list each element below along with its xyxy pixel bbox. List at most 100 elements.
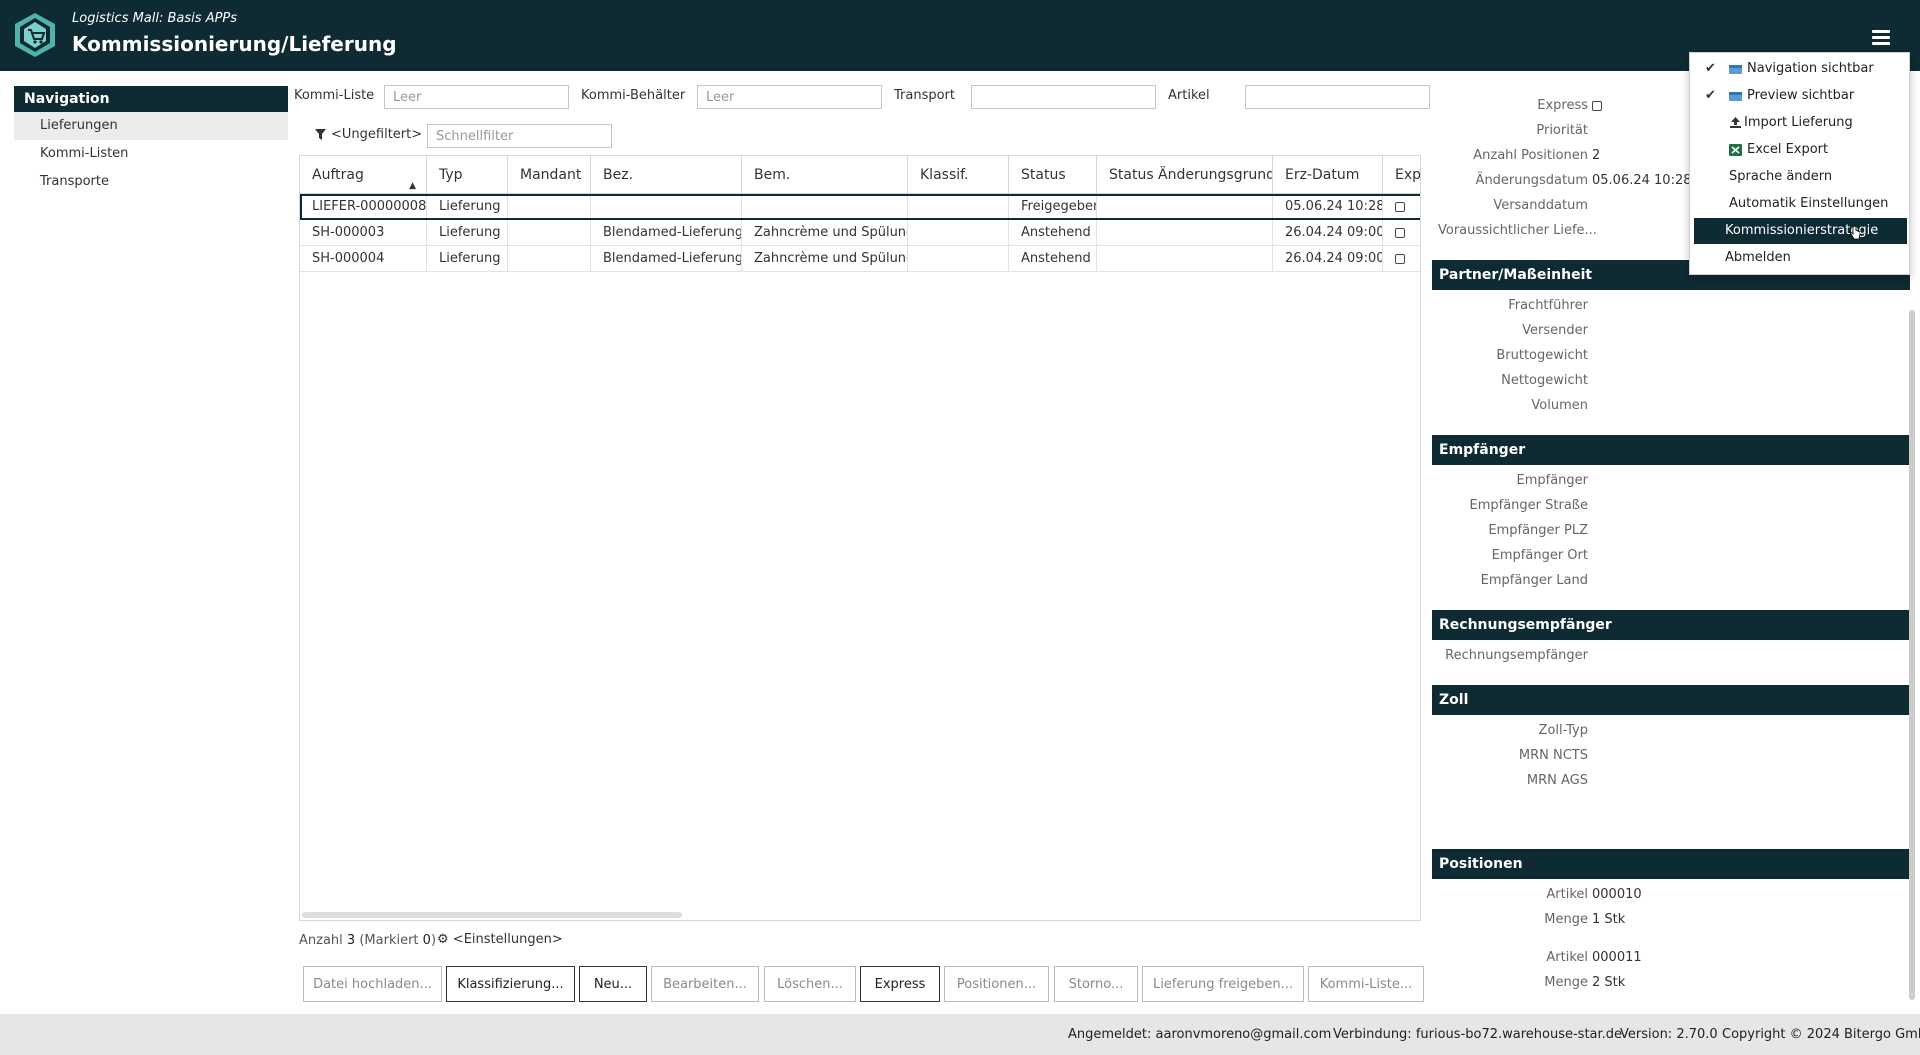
cell-erz-datum: 05.06.24 10:28	[1273, 194, 1383, 220]
column-header-mandant[interactable]: Mandant	[508, 156, 591, 194]
gear-icon: ⚙	[437, 932, 449, 947]
anzahl-positionen-value: 2	[1592, 148, 1601, 163]
kommi-liste-label: Kommi-Liste	[294, 88, 375, 103]
cell-mandant	[508, 220, 591, 246]
menu-item-automatik-einstellungen[interactable]: Automatik Einstellungen	[1694, 191, 1907, 217]
versanddatum-label: Versanddatum	[1493, 198, 1588, 213]
cell-bem: Zahncrème und Spülung	[742, 246, 908, 272]
table-row[interactable]: SH-000004 Lieferung Blendamed-Lieferung …	[300, 246, 1420, 272]
copyright-info: Copyright © 2024 Bitergo GmbH	[1722, 1027, 1920, 1042]
nav-item-kommi-listen[interactable]: Kommi-Listen	[14, 140, 288, 168]
menu-item-excel-export[interactable]: Excel Export	[1694, 137, 1907, 163]
position-menge-label: Menge	[1544, 975, 1588, 990]
position-menge-value: 2 Stk	[1592, 975, 1626, 990]
sort-ascending-icon: ▲	[409, 181, 416, 191]
anzahl-positionen-label: Anzahl Positionen	[1473, 148, 1588, 163]
cell-bez: Blendamed-Lieferung	[591, 220, 742, 246]
bearbeiten-button[interactable]: Bearbeiten...	[651, 966, 759, 1002]
mrn-ncts-label: MRN NCTS	[1518, 748, 1588, 763]
cell-status: Anstehend	[1009, 220, 1097, 246]
kommi-behaelter-input[interactable]	[697, 85, 882, 109]
datei-hochladen-button[interactable]: Datei hochladen...	[303, 966, 442, 1002]
column-header-status-grund[interactable]: Status Änderungsgrund	[1097, 156, 1273, 194]
cell-status-grund	[1097, 194, 1273, 220]
column-header-bez[interactable]: Bez.	[591, 156, 742, 194]
menu-item-kommissionierstrategie[interactable]: Kommissionierstrategie	[1694, 218, 1907, 244]
cell-express	[1383, 220, 1420, 246]
page-title: Kommissionierung/Lieferung	[72, 32, 397, 56]
column-header-auftrag[interactable]: Auftrag ▲	[300, 156, 427, 194]
hand-cursor-icon	[1850, 226, 1860, 240]
express-checkbox[interactable]	[1395, 201, 1405, 212]
position-artikel-label: Artikel	[1546, 887, 1588, 902]
column-header-express[interactable]: Expr	[1383, 156, 1420, 194]
cell-auftrag: SH-000004	[300, 246, 427, 272]
empfaenger-label: Empfänger	[1516, 473, 1588, 488]
artikel-input[interactable]	[1245, 85, 1430, 109]
column-header-klassif[interactable]: Klassif.	[908, 156, 1009, 194]
column-header-status[interactable]: Status	[1009, 156, 1097, 194]
cell-erz-datum: 26.04.24 09:00	[1273, 220, 1383, 246]
schnellfilter-input[interactable]	[427, 124, 612, 148]
volumen-label: Volumen	[1531, 398, 1588, 413]
position-menge-value: 1 Stk	[1592, 912, 1626, 927]
table-horizontal-scrollbar[interactable]	[302, 912, 682, 918]
cell-status: Anstehend	[1009, 246, 1097, 272]
express-checkbox[interactable]	[1395, 227, 1405, 238]
positionen-button[interactable]: Positionen...	[944, 966, 1049, 1002]
express-button[interactable]: Express	[860, 966, 940, 1002]
menu-item-preview-sichtbar[interactable]: ✔ Preview sichtbar	[1694, 83, 1907, 109]
rechnungsempfaenger-label: Rechnungsempfänger	[1445, 648, 1588, 663]
storno-button[interactable]: Storno...	[1054, 966, 1138, 1002]
neu-button[interactable]: Neu...	[579, 966, 647, 1002]
express-label: Express	[1537, 98, 1588, 113]
rechnungsempfaenger-section-header: Rechnungsempfänger	[1432, 610, 1910, 640]
app-subtitle: Logistics Mall: Basis APPs	[72, 11, 238, 26]
lieferung-freigeben-button[interactable]: Lieferung freigeben...	[1142, 966, 1304, 1002]
zoll-typ-label: Zoll-Typ	[1538, 723, 1588, 738]
nav-item-lieferungen[interactable]: Lieferungen	[14, 112, 288, 140]
kommi-liste-input[interactable]	[384, 85, 569, 109]
cell-status: Freigegeben	[1009, 194, 1097, 220]
menu-item-navigation-sichtbar[interactable]: ✔ Navigation sichtbar	[1694, 56, 1907, 82]
column-header-erz-datum[interactable]: Erz-Datum	[1273, 156, 1383, 194]
menu-item-abmelden[interactable]: Abmelden	[1694, 245, 1907, 271]
kommi-liste-button[interactable]: Kommi-Liste...	[1308, 966, 1424, 1002]
kommi-behaelter-label: Kommi-Behälter	[581, 88, 686, 103]
panel-icon	[1729, 65, 1742, 74]
navigation-title: Navigation	[14, 86, 288, 112]
menu-item-sprache-aendern[interactable]: Sprache ändern	[1694, 164, 1907, 190]
column-header-typ[interactable]: Typ	[427, 156, 508, 194]
cell-auftrag: LIEFER-00000008	[300, 194, 427, 220]
express-checkbox[interactable]	[1395, 253, 1405, 264]
cell-express	[1383, 246, 1420, 272]
filter-selector-label: <Ungefiltert>	[331, 127, 423, 142]
column-header-bem[interactable]: Bem.	[742, 156, 908, 194]
empfaenger-strasse-label: Empfänger Straße	[1469, 498, 1589, 513]
transport-input[interactable]	[971, 85, 1156, 109]
table-row[interactable]: LIEFER-00000008 Lieferung Freigegeben 05…	[300, 194, 1420, 220]
filter-selector[interactable]: <Ungefiltert>	[315, 127, 422, 142]
cell-typ: Lieferung	[427, 194, 508, 220]
status-footer: Angemeldet: aaronvmoreno@gmail.com Verbi…	[0, 1014, 1920, 1055]
cell-bem	[742, 194, 908, 220]
klassifizierung-button[interactable]: Klassifizierung...	[446, 966, 575, 1002]
nav-item-transporte[interactable]: Transporte	[14, 168, 288, 196]
empfaenger-section-header: Empfänger	[1432, 435, 1910, 465]
mrn-ags-label: MRN AGS	[1526, 773, 1588, 788]
table-header: Auftrag ▲ Typ Mandant Bez. Bem. Klassif. …	[300, 156, 1420, 194]
cell-typ: Lieferung	[427, 246, 508, 272]
settings-link[interactable]: ⚙ <Einstellungen>	[437, 932, 563, 947]
detail-panel-scrollbar[interactable]	[1909, 310, 1915, 1000]
cell-auftrag: SH-000003	[300, 220, 427, 246]
empfaenger-land-label: Empfänger Land	[1480, 573, 1588, 588]
cell-typ: Lieferung	[427, 220, 508, 246]
hamburger-menu-icon[interactable]	[1872, 30, 1890, 46]
cell-bem: Zahncrème und Spülung	[742, 220, 908, 246]
detail-express-checkbox[interactable]	[1592, 101, 1602, 111]
table-row[interactable]: SH-000003 Lieferung Blendamed-Lieferung …	[300, 220, 1420, 246]
menu-item-import-lieferung[interactable]: Import Lieferung	[1694, 110, 1907, 136]
cell-mandant	[508, 194, 591, 220]
loeschen-button[interactable]: Löschen...	[764, 966, 856, 1002]
zoll-section-header: Zoll	[1432, 685, 1910, 715]
